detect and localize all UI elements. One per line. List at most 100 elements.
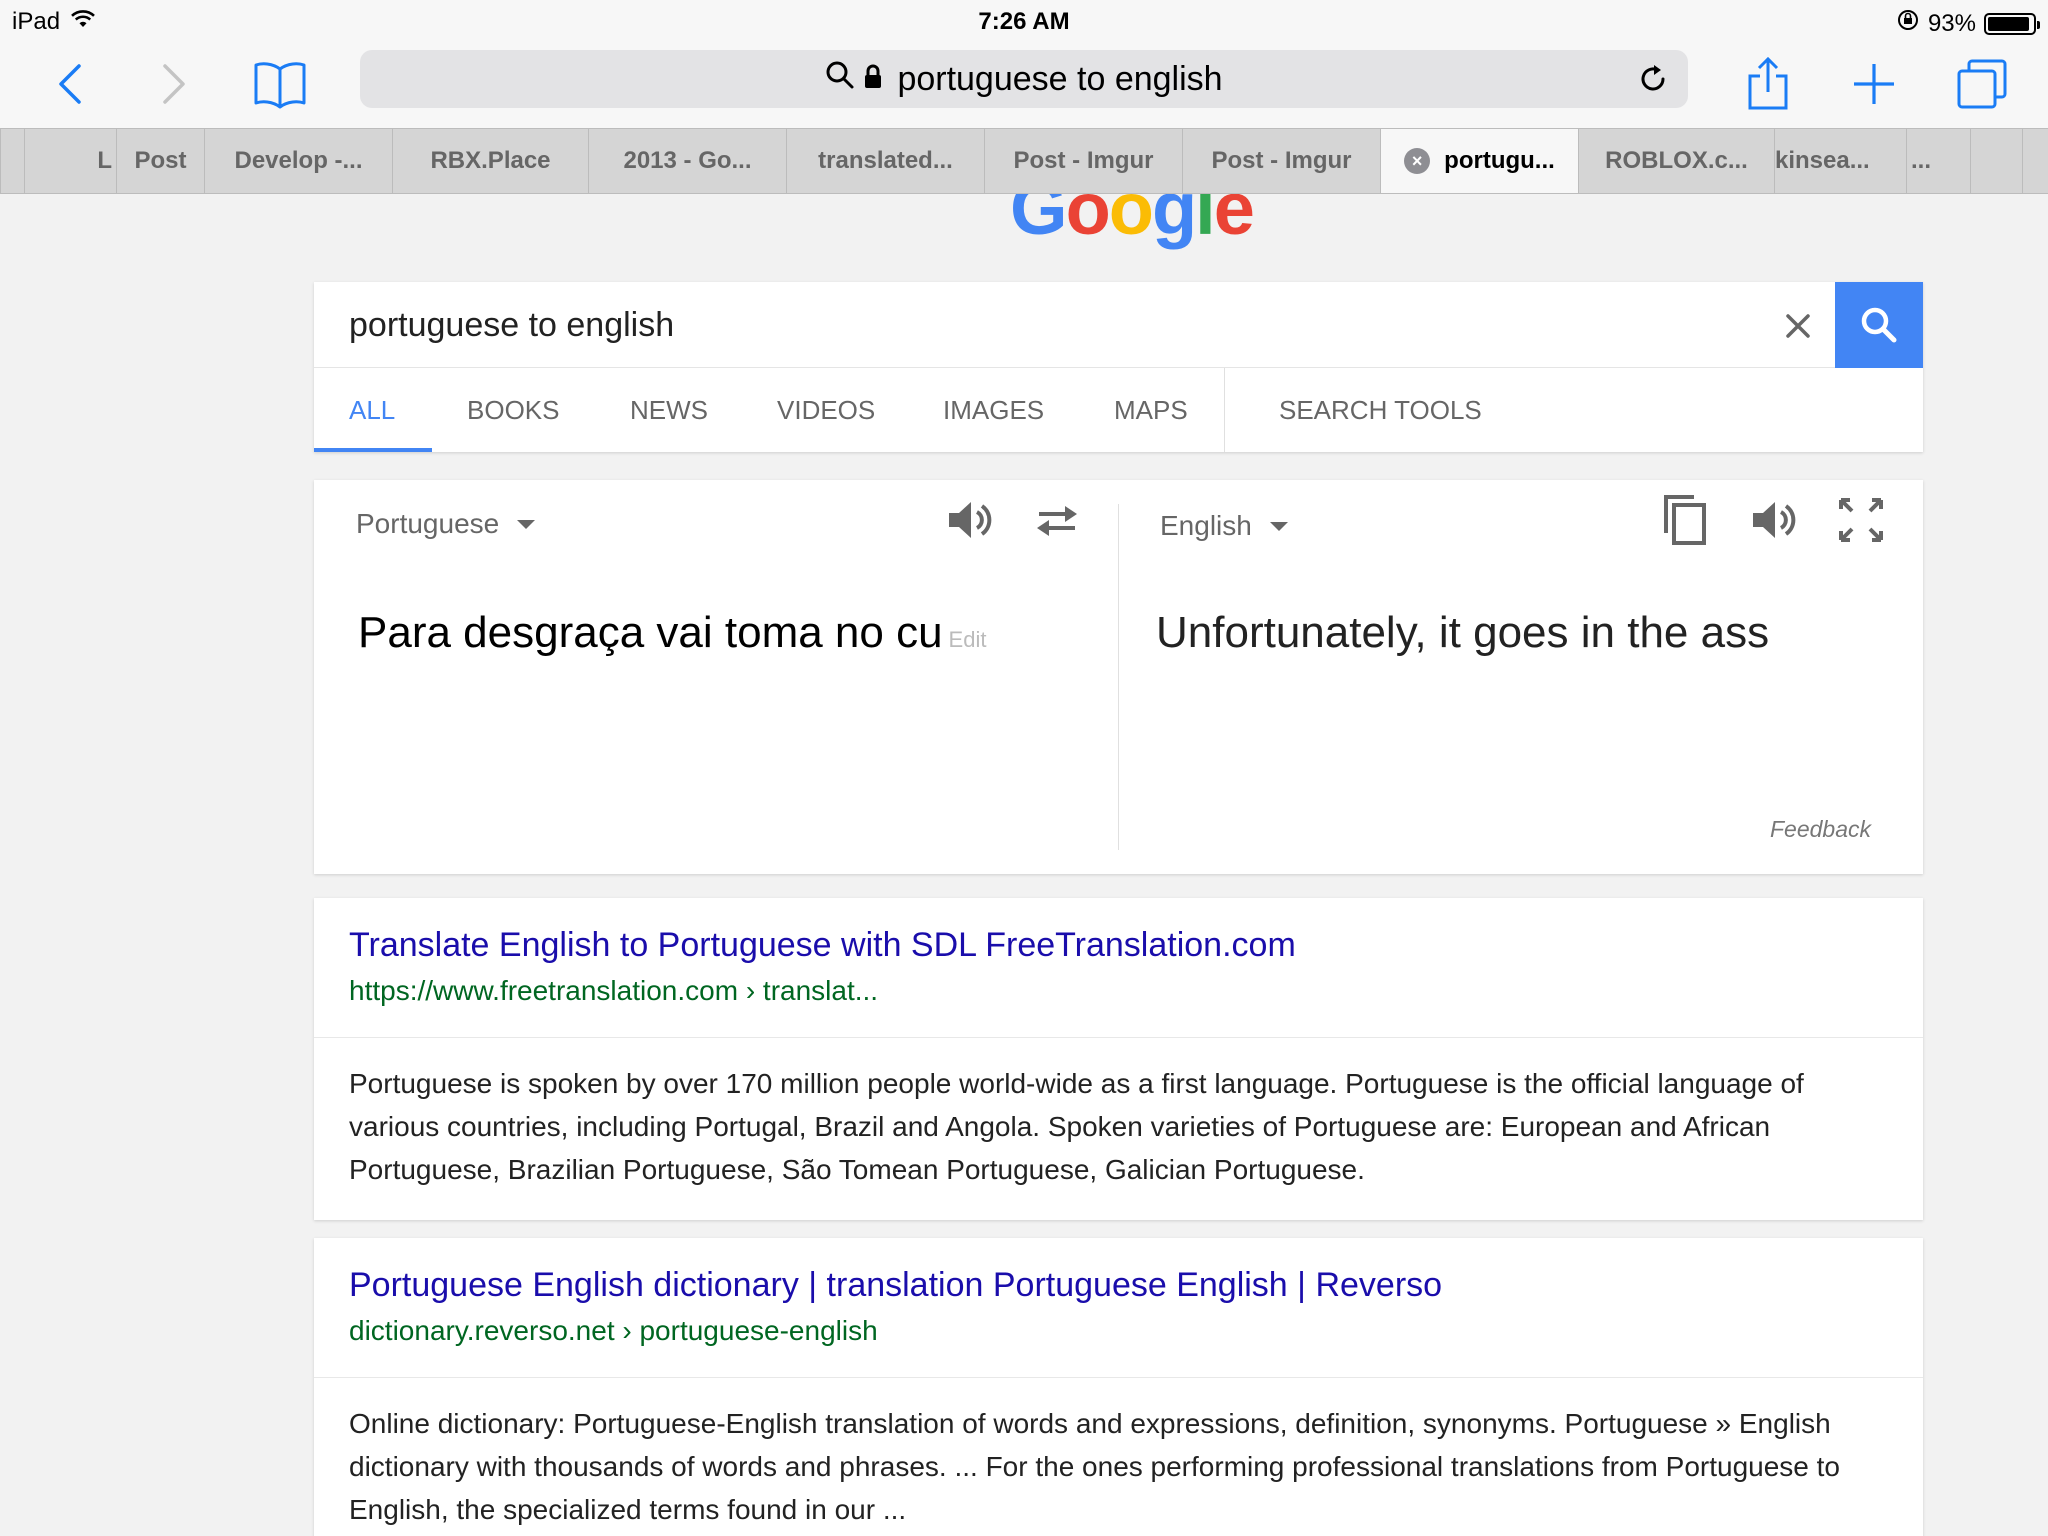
reload-icon[interactable] bbox=[1634, 60, 1672, 98]
tab-label: ROBLOX.c... bbox=[1605, 147, 1748, 174]
chevron-down-icon bbox=[1269, 521, 1288, 531]
tab-edge bbox=[2022, 129, 2048, 193]
tab-item[interactable]: translated... bbox=[786, 129, 984, 193]
translate-divider bbox=[1118, 504, 1119, 850]
result-snippet: Portuguese is spoken by over 170 million… bbox=[349, 1068, 1804, 1185]
status-bar: iPad 7:26 AM 93% bbox=[0, 0, 2048, 42]
logo-letter: G bbox=[1010, 194, 1068, 250]
tab-videos[interactable]: VIDEOS bbox=[777, 368, 875, 452]
tab-item[interactable]: Develop -... bbox=[204, 129, 392, 193]
tab-search-tools[interactable]: SEARCH TOOLS bbox=[1279, 368, 1482, 452]
search-input[interactable]: portuguese to english bbox=[349, 306, 674, 345]
status-right: 93% bbox=[1896, 8, 2040, 39]
search-icon bbox=[825, 60, 855, 99]
tab-item[interactable]: RBX.Place bbox=[392, 129, 588, 193]
tab-item[interactable]: Post - Imgur bbox=[1182, 129, 1380, 193]
address-bar[interactable]: portuguese to english bbox=[360, 50, 1688, 108]
logo-letter: g bbox=[1151, 194, 1197, 250]
target-language-select[interactable]: English bbox=[1160, 510, 1288, 542]
tab-item-active[interactable]: × portugu... bbox=[1380, 129, 1578, 193]
logo-letter: e bbox=[1213, 194, 1255, 250]
expand-icon[interactable] bbox=[1833, 492, 1889, 548]
tab-label: Post - Imgur bbox=[1013, 147, 1154, 174]
tab-all[interactable]: ALL bbox=[349, 368, 395, 452]
search-icon bbox=[1861, 307, 1897, 343]
tab-edge bbox=[0, 129, 24, 193]
show-tabs-button[interactable] bbox=[1950, 52, 2014, 116]
search-result: Translate English to Portuguese with SDL… bbox=[314, 898, 1923, 1220]
result-header: Portuguese English dictionary | translat… bbox=[314, 1238, 1923, 1378]
source-text-value: Para desgraça vai toma no cu bbox=[358, 608, 943, 657]
logo-letter: l bbox=[1195, 194, 1216, 250]
result-url[interactable]: https://www.freetranslation.com › transl… bbox=[349, 975, 1888, 1007]
chevron-down-icon bbox=[517, 519, 536, 529]
tab-images[interactable]: IMAGES bbox=[943, 368, 1044, 452]
result-url[interactable]: dictionary.reverso.net › portuguese-engl… bbox=[349, 1315, 1888, 1347]
source-language-select[interactable]: Portuguese bbox=[356, 508, 536, 540]
close-tab-icon[interactable]: × bbox=[1404, 148, 1431, 174]
tab-label: translated... bbox=[818, 147, 953, 174]
tab-edge bbox=[1970, 129, 2022, 193]
forward-button[interactable] bbox=[142, 52, 206, 116]
google-logo[interactable]: Google bbox=[1010, 194, 1255, 251]
tab-item[interactable]: ROBLOX.c... bbox=[1578, 129, 1774, 193]
battery-fill bbox=[1988, 16, 2029, 31]
swap-languages-icon[interactable] bbox=[1029, 492, 1085, 548]
result-snippet: Online dictionary: Portuguese-English tr… bbox=[349, 1408, 1840, 1525]
share-button[interactable] bbox=[1736, 52, 1800, 116]
tab-label: portugu... bbox=[1444, 147, 1555, 174]
active-tab-indicator bbox=[314, 448, 432, 452]
translate-card: Portuguese Para desgraça vai toma no cu E… bbox=[314, 480, 1923, 874]
tab-item[interactable]: Post - Imgur bbox=[984, 129, 1182, 193]
tabs-divider bbox=[1224, 368, 1225, 452]
edit-link[interactable]: Edit bbox=[949, 627, 987, 652]
tab-item[interactable]: kinsea... bbox=[1774, 129, 1906, 193]
tab-label: kinsea... bbox=[1775, 147, 1870, 174]
tab-item[interactable]: L bbox=[24, 129, 116, 193]
tab-label: Post bbox=[134, 147, 187, 174]
result-header: Translate English to Portuguese with SDL… bbox=[314, 898, 1923, 1038]
page-content: Google portuguese to english ALL BOOKS N… bbox=[0, 194, 2048, 1536]
lock-icon bbox=[863, 60, 883, 99]
logo-letter: o bbox=[1065, 194, 1111, 250]
clear-search-button[interactable] bbox=[1774, 302, 1822, 350]
tab-strip: L Post Develop -... RBX.Place 2013 - Go.… bbox=[0, 128, 2048, 194]
tab-label: ... bbox=[1911, 147, 1932, 174]
tab-item[interactable]: ... bbox=[1906, 129, 1970, 193]
search-row: portuguese to english bbox=[314, 282, 1923, 368]
rotation-lock-icon bbox=[1896, 8, 1920, 39]
tab-label: 2013 - Go... bbox=[623, 147, 752, 174]
bookmarks-button[interactable] bbox=[248, 52, 312, 116]
back-button[interactable] bbox=[38, 52, 102, 116]
new-tab-button[interactable] bbox=[1842, 52, 1906, 116]
search-tabs: ALL BOOKS NEWS VIDEOS IMAGES MAPS SEARCH… bbox=[314, 368, 1923, 452]
speaker-icon[interactable] bbox=[941, 492, 997, 548]
battery-percent: 93% bbox=[1927, 9, 1976, 37]
logo-letter: o bbox=[1108, 194, 1154, 250]
tab-news[interactable]: NEWS bbox=[630, 368, 708, 452]
tab-label: RBX.Place bbox=[430, 147, 551, 174]
search-button[interactable] bbox=[1835, 282, 1923, 368]
tab-label: L bbox=[97, 147, 112, 174]
speaker-icon[interactable] bbox=[1745, 492, 1801, 548]
result-title-link[interactable]: Portuguese English dictionary | translat… bbox=[349, 1266, 1888, 1305]
battery-icon bbox=[1984, 12, 2040, 35]
source-language-label: Portuguese bbox=[356, 508, 500, 539]
result-title-link[interactable]: Translate English to Portuguese with SDL… bbox=[349, 926, 1888, 965]
tab-item[interactable]: Post bbox=[116, 129, 204, 193]
tab-maps[interactable]: MAPS bbox=[1114, 368, 1188, 452]
tab-label: Develop -... bbox=[234, 147, 363, 174]
tab-item[interactable]: 2013 - Go... bbox=[588, 129, 786, 193]
source-text[interactable]: Para desgraça vai toma no cu Edit bbox=[358, 608, 986, 658]
target-language-label: English bbox=[1160, 510, 1252, 541]
address-text: portuguese to english bbox=[897, 59, 1223, 98]
search-card: portuguese to english ALL BOOKS NEWS VID… bbox=[314, 282, 1923, 452]
address-icons bbox=[825, 60, 883, 99]
browser-toolbar: portuguese to english bbox=[0, 42, 2048, 128]
tab-label: Post - Imgur bbox=[1211, 147, 1352, 174]
search-result: Portuguese English dictionary | translat… bbox=[314, 1238, 1923, 1536]
tab-books[interactable]: BOOKS bbox=[467, 368, 559, 452]
clock: 7:26 AM bbox=[978, 8, 1070, 35]
feedback-link[interactable]: Feedback bbox=[1770, 816, 1871, 843]
copy-icon[interactable] bbox=[1657, 492, 1713, 548]
